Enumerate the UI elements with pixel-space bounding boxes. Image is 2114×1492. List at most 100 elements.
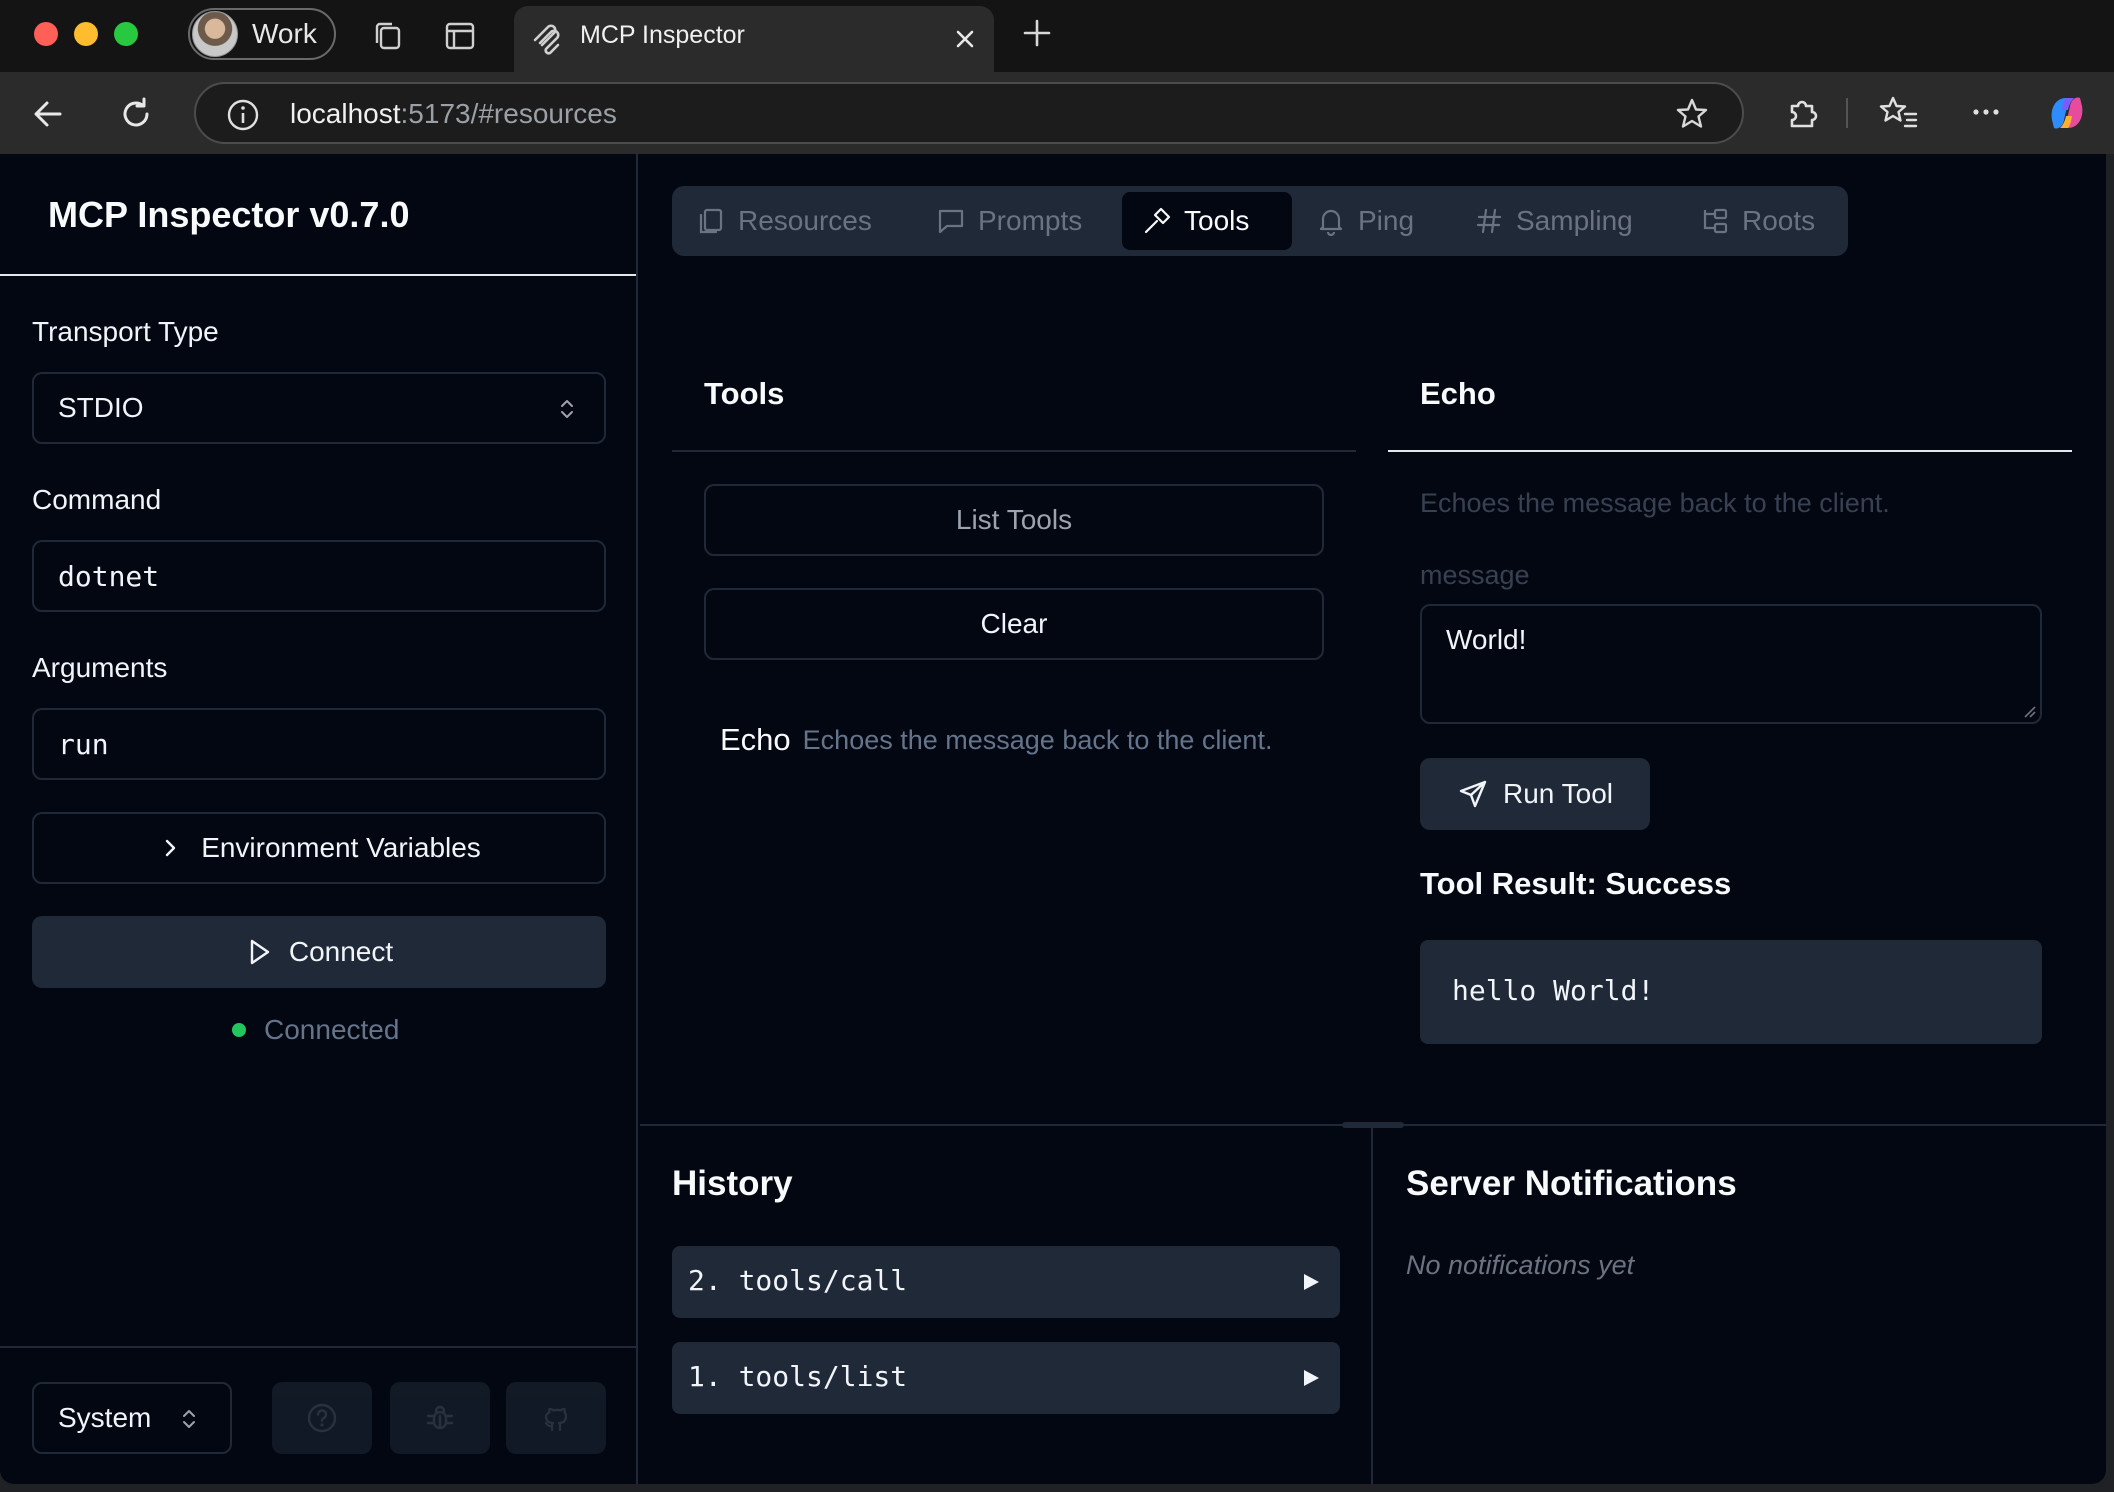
favorite-star-icon[interactable]: [1674, 96, 1710, 132]
command-input[interactable]: dotnet: [32, 540, 606, 612]
tab-label: Sampling: [1516, 205, 1633, 236]
mcp-logo-icon: [530, 22, 564, 56]
expand-arrow-icon: [1300, 1366, 1322, 1390]
list-tools-button[interactable]: List Tools: [704, 484, 1324, 556]
transport-type-select[interactable]: STDIO: [32, 372, 606, 444]
help-circle-icon: [306, 1402, 338, 1434]
url-text: localhost:5173/#resources: [290, 98, 617, 130]
no-notifications-text: No notifications yet: [1406, 1250, 1635, 1280]
tab-prompts[interactable]: Prompts: [936, 192, 1082, 250]
chevrons-up-down-icon: [180, 1406, 198, 1432]
list-tools-label: List Tools: [955, 504, 1073, 535]
chevron-right-icon: [165, 839, 176, 857]
browser-toolbar: localhost:5173/#resources: [0, 72, 2114, 154]
maximize-window-button[interactable]: [114, 22, 138, 46]
folder-tree-icon: [1703, 208, 1728, 234]
resize-handle-icon[interactable]: [2022, 704, 2036, 718]
tool-list-item-echo[interactable]: Echo Echoes the message back to the clie…: [704, 710, 1324, 770]
tab-tools[interactable]: Tools: [1122, 192, 1292, 250]
message-textarea[interactable]: World!: [1420, 604, 2042, 724]
chevrons-up-down-icon: [558, 396, 576, 422]
arguments-value: run: [58, 728, 109, 761]
debug-button[interactable]: [390, 1382, 490, 1454]
sidebar: MCP Inspector v0.7.0 Transport Type STDI…: [0, 154, 638, 1484]
tool-result-title: Tool Result: Success: [1420, 866, 1732, 901]
tab-label: Roots: [1742, 205, 1816, 236]
address-bar[interactable]: localhost:5173/#resources: [194, 82, 1744, 144]
tab-actions-icon[interactable]: [442, 18, 478, 54]
environment-variables-label: Environment Variables: [201, 832, 481, 863]
run-tool-label: Run Tool: [1502, 778, 1613, 809]
workspaces-icon[interactable]: [370, 18, 406, 54]
tool-result-box: hello World!: [1420, 940, 2042, 1044]
theme-select[interactable]: System: [32, 1382, 232, 1454]
clear-button[interactable]: Clear: [704, 588, 1324, 660]
close-window-button[interactable]: [34, 22, 58, 46]
status-text: Connected: [264, 1014, 400, 1045]
connect-button[interactable]: Connect: [32, 916, 606, 988]
tab-label: Tools: [1184, 205, 1250, 236]
close-tab-icon[interactable]: [952, 26, 978, 52]
copilot-icon[interactable]: [2044, 90, 2090, 136]
file-copy-icon: [699, 208, 723, 234]
help-button[interactable]: [272, 1382, 372, 1454]
tools-panel-title: Tools: [704, 376, 785, 411]
message-value: World!: [1446, 624, 1527, 655]
hash-icon: [1476, 208, 1502, 234]
tab-resources[interactable]: Resources: [696, 192, 872, 250]
sidebar-header: MCP Inspector v0.7.0: [0, 154, 636, 276]
avatar: [192, 11, 238, 57]
resize-handle[interactable]: [1342, 1122, 1404, 1128]
tab-label: Ping: [1358, 205, 1415, 236]
transport-type-value: STDIO: [58, 392, 144, 423]
arguments-input[interactable]: run: [32, 708, 606, 780]
history-item[interactable]: 2. tools/call: [672, 1246, 1340, 1318]
history-title: History: [672, 1164, 793, 1203]
hammer-icon: [1144, 207, 1171, 234]
github-icon: [540, 1402, 572, 1434]
transport-type-label: Transport Type: [32, 316, 219, 347]
clear-label: Clear: [980, 608, 1048, 639]
send-icon: [1459, 780, 1487, 808]
back-icon[interactable]: [28, 94, 68, 134]
favorites-icon[interactable]: [1878, 92, 1920, 132]
history-item[interactable]: 1. tools/list: [672, 1342, 1340, 1414]
environment-variables-button[interactable]: Environment Variables: [32, 812, 606, 884]
new-tab-icon[interactable]: [1020, 16, 1054, 50]
echo-description: Echoes the message back to the client.: [1420, 488, 1890, 518]
main-tabs: Resources Prompts Tools Ping Sampling Ro…: [672, 186, 1848, 256]
run-tool-button[interactable]: Run Tool: [1420, 758, 1650, 830]
tab-label: Resources: [738, 205, 872, 236]
toolbar-divider: [1846, 98, 1848, 128]
inspector-app: MCP Inspector v0.7.0 Transport Type STDI…: [0, 154, 2106, 1484]
bug-icon: [424, 1402, 456, 1434]
reload-icon[interactable]: [116, 94, 156, 134]
extensions-icon[interactable]: [1782, 92, 1822, 132]
expand-arrow-icon: [1300, 1270, 1322, 1294]
server-notifications-title: Server Notifications: [1406, 1164, 1737, 1203]
tab-sampling[interactable]: Sampling: [1474, 192, 1633, 250]
site-info-icon[interactable]: [226, 98, 260, 132]
arguments-label: Arguments: [32, 652, 168, 683]
history-item-label: 1. tools/list: [688, 1360, 908, 1393]
browser-chrome: Work MCP Inspector localhost:5173/#resou…: [0, 0, 2114, 154]
history-item-label: 2. tools/call: [688, 1264, 908, 1297]
active-browser-tab[interactable]: MCP Inspector: [514, 6, 994, 74]
profile-button[interactable]: Work: [188, 8, 336, 60]
tab-roots[interactable]: Roots: [1700, 192, 1815, 250]
command-label: Command: [32, 484, 162, 515]
message-label: message: [1420, 560, 1530, 590]
tool-description: Echoes the message back to the client.: [802, 724, 1273, 755]
github-button[interactable]: [506, 1382, 606, 1454]
tab-label: Prompts: [978, 205, 1083, 236]
more-menu-icon[interactable]: [1966, 92, 2006, 132]
echo-panel-title: Echo: [1420, 376, 1496, 411]
history-notifications-divider: [1371, 1126, 1373, 1484]
message-square-icon: [938, 209, 964, 234]
tab-strip: Work MCP Inspector: [0, 0, 2114, 74]
url-host: localhost: [290, 98, 401, 129]
theme-value: System: [58, 1402, 152, 1433]
minimize-window-button[interactable]: [74, 22, 98, 46]
tab-ping[interactable]: Ping: [1316, 192, 1414, 250]
tools-panel-divider: [672, 450, 1356, 452]
